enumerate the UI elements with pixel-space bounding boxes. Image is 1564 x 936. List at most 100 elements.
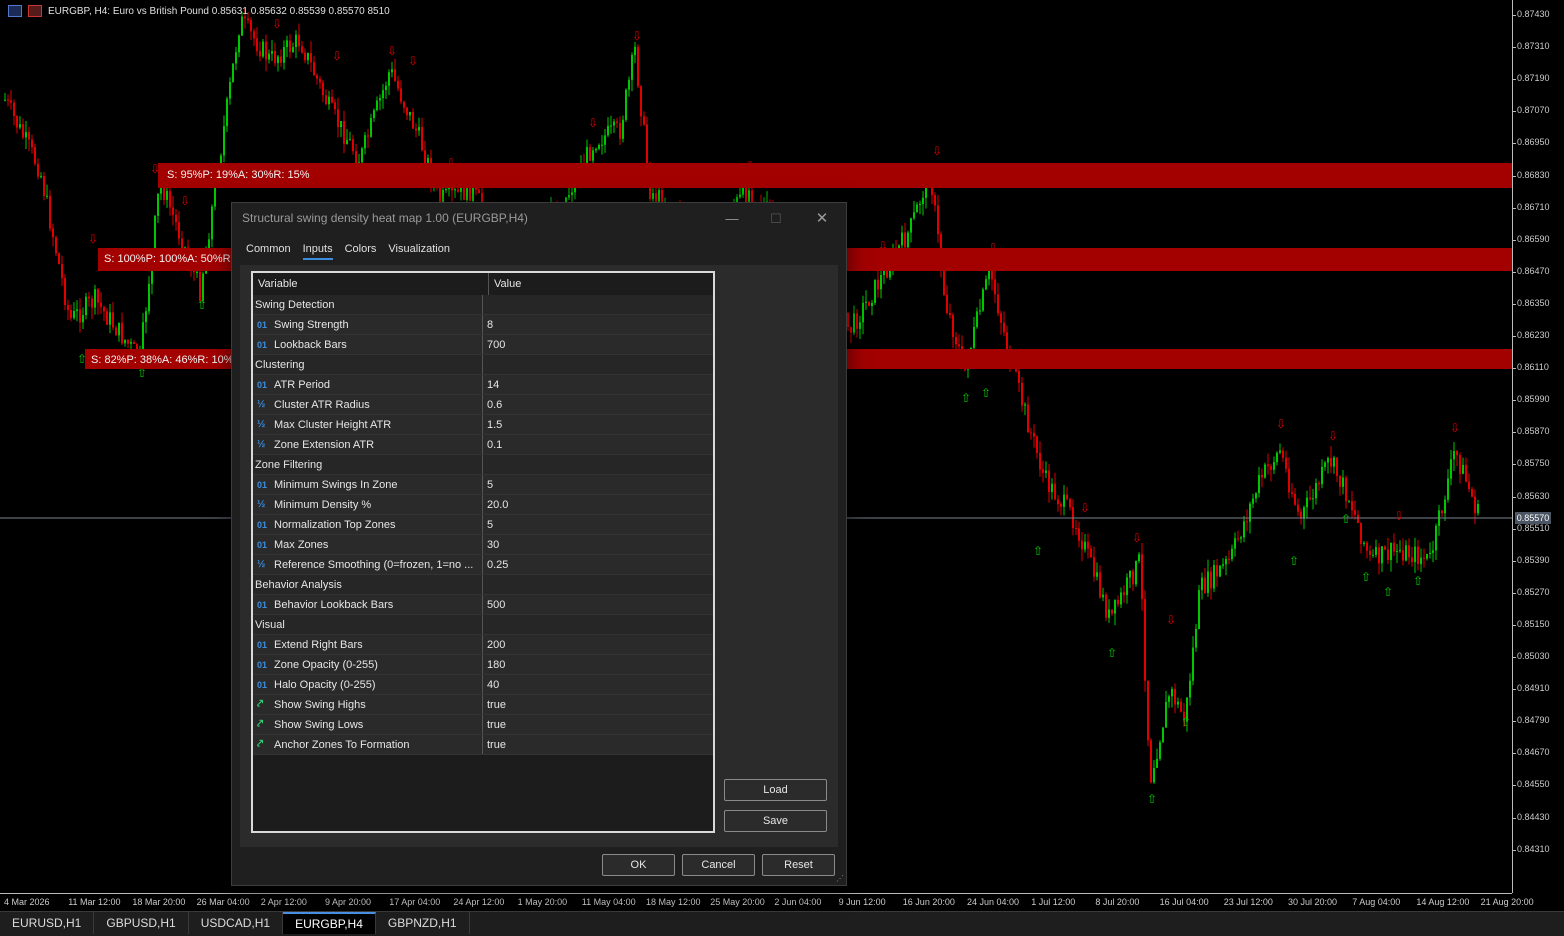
ok-button[interactable]: OK bbox=[602, 854, 675, 876]
chart-list-icon[interactable] bbox=[8, 5, 22, 17]
variable-value[interactable]: 20.0 bbox=[487, 499, 508, 511]
input-row[interactable]: ½ Minimum Density % 20.0 bbox=[253, 495, 713, 515]
variable-value[interactable]: true bbox=[487, 699, 506, 711]
candle-body bbox=[277, 56, 279, 64]
input-row[interactable]: ½ Zone Extension ATR 0.1 bbox=[253, 435, 713, 455]
variable-value[interactable]: true bbox=[487, 739, 506, 751]
candle-body bbox=[1135, 561, 1137, 585]
input-row[interactable]: ½ Cluster ATR Radius 0.6 bbox=[253, 395, 713, 415]
swing-high-arrow-icon: ⇩ bbox=[408, 54, 418, 68]
input-row[interactable]: ½ Reference Smoothing (0=frozen, 1=no ...… bbox=[253, 555, 713, 575]
variable-value[interactable]: 14 bbox=[487, 379, 499, 391]
input-row[interactable]: 01 Behavior Lookback Bars 500 bbox=[253, 595, 713, 615]
variable-value[interactable]: 30 bbox=[487, 539, 499, 551]
row-value-cell[interactable]: 14 bbox=[483, 375, 499, 394]
input-row[interactable]: ⤤ Anchor Zones To Formation true bbox=[253, 735, 713, 755]
symbol-tab[interactable]: GBPNZD,H1 bbox=[376, 912, 470, 934]
row-value-cell[interactable]: 180 bbox=[483, 655, 505, 674]
variable-value[interactable]: 40 bbox=[487, 679, 499, 691]
symbol-tab[interactable]: USDCAD,H1 bbox=[189, 912, 284, 934]
input-row[interactable]: ½ Max Cluster Height ATR 1.5 bbox=[253, 415, 713, 435]
input-row[interactable]: 01 Lookback Bars 700 bbox=[253, 335, 713, 355]
input-row[interactable]: 01 Minimum Swings In Zone 5 bbox=[253, 475, 713, 495]
variable-value[interactable]: 500 bbox=[487, 599, 505, 611]
cancel-button[interactable]: Cancel bbox=[682, 854, 755, 876]
input-row[interactable]: 01 Halo Opacity (0-255) 40 bbox=[253, 675, 713, 695]
symbol-tab[interactable]: GBPUSD,H1 bbox=[94, 912, 189, 934]
variable-value[interactable]: 1.5 bbox=[487, 419, 502, 431]
minimize-icon[interactable]: — bbox=[718, 207, 746, 231]
input-row[interactable]: 01 Max Zones 30 bbox=[253, 535, 713, 555]
variable-value[interactable]: 0.1 bbox=[487, 439, 502, 451]
candle-body bbox=[478, 189, 480, 194]
input-row[interactable]: 01 Zone Opacity (0-255) 180 bbox=[253, 655, 713, 675]
input-row[interactable]: ⤤ Show Swing Highs true bbox=[253, 695, 713, 715]
candle-body bbox=[313, 62, 315, 76]
row-value-cell[interactable]: 1.5 bbox=[483, 415, 502, 434]
input-row[interactable]: ⤤ Show Swing Lows true bbox=[253, 715, 713, 735]
chart-mode-icon[interactable] bbox=[28, 5, 42, 17]
symbol-tab[interactable]: EURUSD,H1 bbox=[0, 912, 95, 934]
variable-value[interactable]: 700 bbox=[487, 339, 505, 351]
candle-body bbox=[1105, 594, 1107, 618]
row-value-cell[interactable]: true bbox=[483, 695, 506, 714]
candle-body bbox=[1213, 565, 1215, 589]
variable-value[interactable]: 8 bbox=[487, 319, 493, 331]
time-tick: 21 Aug 20:00 bbox=[1480, 897, 1534, 907]
row-value-cell[interactable]: 500 bbox=[483, 595, 505, 614]
price-axis[interactable]: 0.85570 0.87430 0.87310 0.87190 0.87070 0.86… bbox=[1512, 0, 1564, 893]
candle-body bbox=[49, 195, 51, 229]
variable-value[interactable]: 200 bbox=[487, 639, 505, 651]
row-value-cell[interactable]: 0.6 bbox=[483, 395, 502, 414]
close-icon[interactable]: ✕ bbox=[808, 207, 836, 231]
row-value-cell[interactable]: 0.1 bbox=[483, 435, 502, 454]
candle-body bbox=[1267, 464, 1269, 467]
row-value-cell[interactable]: 5 bbox=[483, 515, 493, 534]
row-value-cell[interactable]: 700 bbox=[483, 335, 505, 354]
group-label: Swing Detection bbox=[255, 298, 335, 311]
input-row[interactable]: 01 Swing Strength 8 bbox=[253, 315, 713, 335]
maximize-icon[interactable]: ☐ bbox=[762, 207, 790, 231]
row-value-cell[interactable]: 30 bbox=[483, 535, 499, 554]
tab-visualization[interactable]: Visualization bbox=[388, 243, 450, 260]
tab-colors[interactable]: Colors bbox=[345, 243, 377, 260]
variable-value[interactable]: 5 bbox=[487, 479, 493, 491]
input-row[interactable]: 01 ATR Period 14 bbox=[253, 375, 713, 395]
load-button[interactable]: Load bbox=[724, 779, 827, 801]
candle-body bbox=[862, 302, 864, 323]
candle-body bbox=[994, 279, 996, 295]
swing-high-arrow-icon: ⇩ bbox=[88, 232, 98, 246]
reset-button[interactable]: Reset bbox=[762, 854, 835, 876]
tab-inputs[interactable]: Inputs bbox=[302, 243, 333, 260]
row-value-cell[interactable]: 5 bbox=[483, 475, 493, 494]
candle-body bbox=[1462, 464, 1464, 474]
row-value-cell[interactable]: 20.0 bbox=[483, 495, 508, 514]
tab-common[interactable]: Common bbox=[246, 243, 291, 260]
candle-body bbox=[1456, 450, 1458, 456]
variable-value[interactable]: 0.25 bbox=[487, 559, 508, 571]
time-tick: 30 Jul 20:00 bbox=[1288, 897, 1338, 907]
row-value-cell[interactable]: 40 bbox=[483, 675, 499, 694]
save-button[interactable]: Save bbox=[724, 810, 827, 832]
row-value-cell[interactable]: true bbox=[483, 715, 506, 734]
candle-body bbox=[1036, 436, 1038, 453]
symbol-tab[interactable]: EURGBP,H4 bbox=[283, 912, 376, 934]
variable-value[interactable]: 180 bbox=[487, 659, 505, 671]
variable-value[interactable]: 0.6 bbox=[487, 399, 502, 411]
price-tick: 0.86230 bbox=[1512, 330, 1550, 340]
candle-body bbox=[1159, 742, 1161, 759]
input-row[interactable]: 01 Normalization Top Zones 5 bbox=[253, 515, 713, 535]
resize-grip-icon[interactable]: ⋰ bbox=[836, 875, 844, 883]
input-row[interactable]: 01 Extend Right Bars 200 bbox=[253, 635, 713, 655]
header-variable[interactable]: Variable bbox=[253, 273, 489, 295]
variable-value[interactable]: 5 bbox=[487, 519, 493, 531]
time-axis[interactable]: 4 Mar 2026 11 Mar 12:00 18 Mar 20:00 26 Mar… bbox=[0, 893, 1534, 911]
row-value-cell[interactable]: 8 bbox=[483, 315, 493, 334]
row-value-cell[interactable]: 200 bbox=[483, 635, 505, 654]
variable-value[interactable]: true bbox=[487, 719, 506, 731]
swing-low-arrow-icon: ⇧ bbox=[1341, 512, 1351, 526]
header-value[interactable]: Value bbox=[489, 273, 521, 295]
row-value-cell[interactable]: true bbox=[483, 735, 506, 754]
zone-label-2: S: 100%P: 100%A: 50%R: bbox=[104, 253, 234, 265]
row-value-cell[interactable]: 0.25 bbox=[483, 555, 508, 574]
